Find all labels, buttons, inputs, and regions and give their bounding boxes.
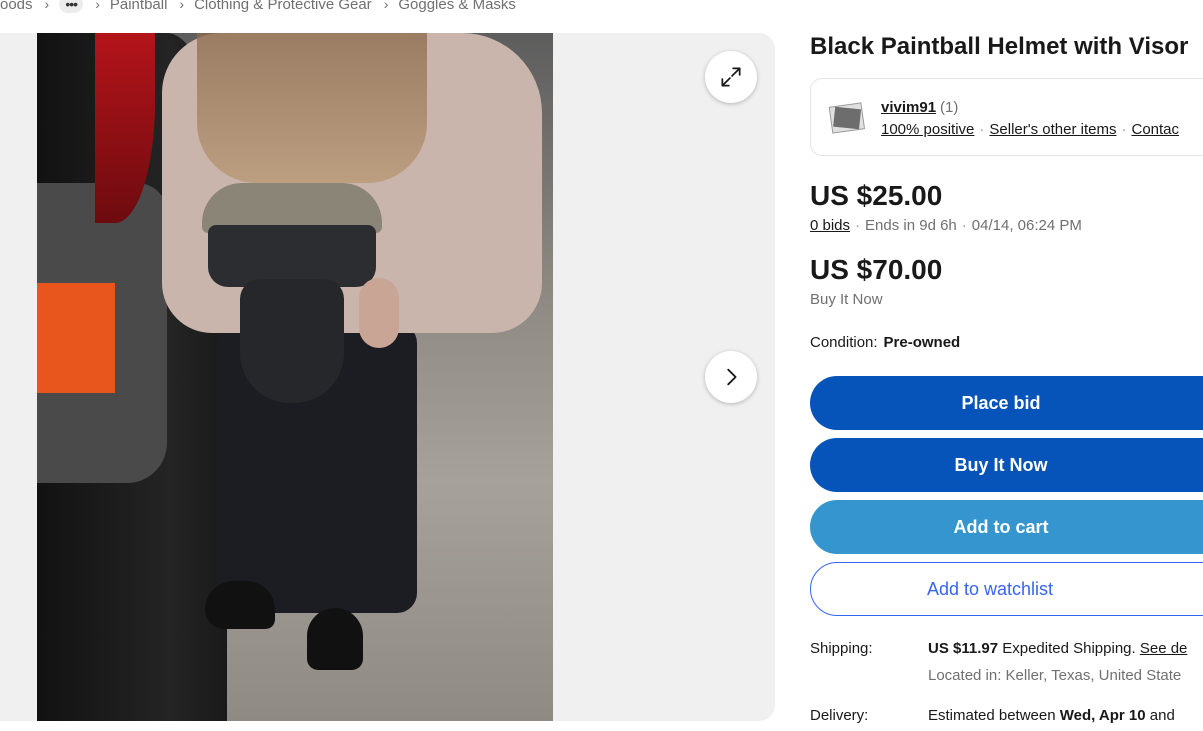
expand-icon [721, 67, 741, 87]
condition-value: Pre-owned [883, 334, 961, 351]
current-bid-price: US $25.00 [810, 180, 943, 211]
shipping-method: Expedited Shipping. [1002, 640, 1136, 657]
condition-label: Condition: [810, 334, 878, 351]
add-to-cart-button[interactable]: Add to cart [810, 500, 1203, 554]
delivery-label: Delivery: [810, 707, 869, 724]
delivery-suffix: and [1149, 707, 1175, 724]
breadcrumb-item-clothing[interactable]: Clothing & Protective Gear [194, 0, 372, 13]
seller-positive-link[interactable]: 100% positive [881, 121, 974, 138]
photo-box [37, 283, 115, 393]
item-title: Black Paintball Helmet with Visor [810, 33, 1189, 60]
photo-shoe [205, 581, 275, 629]
seller-name-line: vivim91 (1) [881, 99, 958, 116]
shipping-value: US $11.97 Expedited Shipping. See de [928, 640, 1187, 657]
seller-card: vivim91 (1) 100% positive · Seller's other … [810, 78, 1203, 156]
next-image-button[interactable] [705, 351, 757, 403]
image-gallery [0, 33, 775, 721]
helmet-visor [208, 225, 376, 287]
item-details: Black Paintball Helmet with Visor vivim9… [810, 0, 1203, 731]
bids-link[interactable]: 0 bids [810, 217, 850, 234]
seller-avatar-icon[interactable] [827, 99, 867, 139]
separator-dot: · [961, 217, 967, 234]
item-location: Located in: Keller, Texas, United State [928, 667, 1182, 684]
delivery-value: Estimated between Wed, Apr 10 and [928, 707, 1175, 724]
buy-it-now-button[interactable]: Buy It Now [810, 438, 1203, 492]
breadcrumb-item-paintball[interactable]: Paintball [110, 0, 168, 13]
chevron-right-icon: › [383, 0, 389, 12]
shipping-label: Shipping: [810, 640, 873, 657]
helmet-mask [240, 279, 344, 403]
shipping-details-link[interactable]: See de [1140, 640, 1188, 657]
photo-hand [359, 278, 399, 348]
delivery-date: Wed, Apr 10 [1059, 707, 1146, 724]
ends-in-text: Ends in 9d 6h [865, 217, 957, 234]
separator-dot: · [1121, 121, 1127, 138]
seller-links: 100% positive · Seller's other items · Conta… [881, 121, 1179, 138]
buy-now-price: US $70.00 [810, 254, 943, 285]
end-time-text: 04/14, 06:24 PM [971, 217, 1082, 234]
add-to-watchlist-button[interactable]: Add to watchlist [810, 562, 1203, 616]
delivery-prefix: Estimated between [928, 707, 1056, 724]
contact-seller-link[interactable]: Contac [1131, 121, 1179, 138]
chevron-right-icon: › [95, 0, 100, 12]
breadcrumb-item-goggles[interactable]: Goggles & Masks [398, 0, 516, 13]
product-photo[interactable] [37, 33, 553, 721]
separator-dot: · [855, 217, 861, 234]
seller-name-link[interactable]: vivim91 [881, 99, 936, 116]
condition: Condition: Pre-owned [810, 334, 960, 351]
chevron-right-icon [727, 368, 737, 386]
chevron-right-icon: › [44, 0, 50, 12]
breadcrumb-more-button[interactable]: ••• [59, 0, 84, 13]
bid-info: 0 bids · Ends in 9d 6h · 04/14, 06:24 PM [810, 217, 1082, 234]
breadcrumb: oods › ••• › Paintball › Clothing & Prot… [0, 0, 516, 15]
seller-feedback-score: (1) [940, 99, 959, 116]
breadcrumb-item-sporting-goods[interactable]: oods [0, 0, 33, 13]
expand-image-button[interactable] [705, 51, 757, 103]
separator-dot: · [979, 121, 985, 138]
seller-other-items-link[interactable]: Seller's other items [989, 121, 1116, 138]
photo-shoe [307, 608, 363, 670]
chevron-right-icon: › [179, 0, 185, 12]
place-bid-button[interactable]: Place bid [810, 376, 1203, 430]
photo-hair [197, 33, 427, 183]
shipping-price: US $11.97 [928, 640, 999, 657]
buy-now-label: Buy It Now [810, 291, 883, 308]
photo-helmet [202, 183, 382, 403]
